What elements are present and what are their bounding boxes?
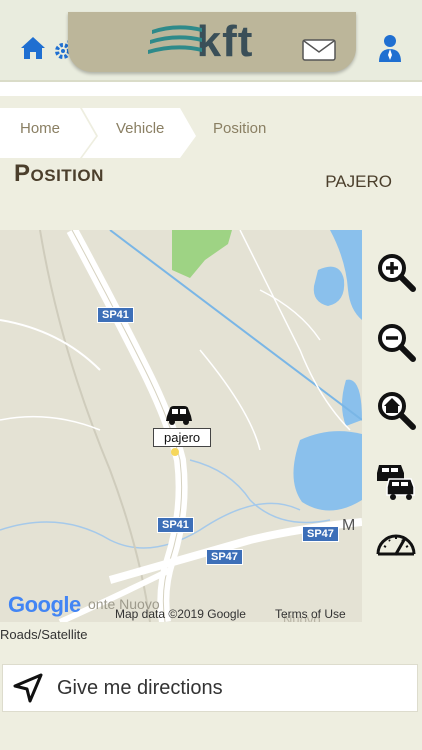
header-spacer bbox=[0, 82, 422, 96]
vehicle-name: PAJERO bbox=[325, 172, 392, 191]
top-bar: kft bbox=[0, 0, 422, 82]
user-profile-icon[interactable] bbox=[375, 32, 405, 64]
directions-label: Give me directions bbox=[57, 676, 223, 699]
vehicle-marker-icon[interactable] bbox=[164, 402, 194, 426]
page-title: Position bbox=[14, 160, 104, 187]
vehicle-marker-label: pajero bbox=[153, 428, 212, 447]
place-label: M bbox=[342, 517, 356, 534]
google-logo: Google bbox=[8, 592, 81, 617]
home-icon[interactable] bbox=[18, 34, 48, 62]
breadcrumb-vehicle[interactable]: Vehicle bbox=[116, 120, 164, 137]
road-label-sp47: SP47 bbox=[302, 526, 339, 542]
breadcrumb bbox=[0, 96, 422, 158]
terms-of-use-link[interactable]: Terms of Use bbox=[275, 607, 346, 621]
zoom-in-icon[interactable] bbox=[372, 248, 420, 296]
map-type-toggle[interactable]: Roads/Satellite bbox=[0, 627, 87, 642]
road-label-sp41: SP41 bbox=[157, 517, 194, 533]
zoom-home-icon[interactable] bbox=[372, 386, 420, 434]
traffic-icon[interactable] bbox=[372, 456, 420, 504]
lake-4 bbox=[293, 431, 362, 511]
map-view[interactable]: SP41 SP41 SP47 SP47 pajero M onte Nuovo … bbox=[0, 230, 362, 622]
breadcrumb-home[interactable]: Home bbox=[20, 120, 60, 137]
footer-area bbox=[0, 714, 422, 750]
logo-stripes-icon bbox=[148, 25, 202, 54]
road-label-sp41: SP41 bbox=[97, 307, 134, 323]
breadcrumb-position: Position bbox=[213, 120, 267, 137]
navigation-arrow-icon bbox=[13, 673, 43, 703]
road-label-sp47: SP47 bbox=[206, 549, 243, 565]
directions-button[interactable]: Give me directions bbox=[2, 664, 418, 712]
speedometer-icon[interactable] bbox=[372, 518, 420, 566]
map-attribution: Map data ©2019 Google bbox=[115, 607, 246, 621]
mail-icon[interactable] bbox=[302, 38, 336, 62]
zoom-out-icon[interactable] bbox=[372, 318, 420, 366]
